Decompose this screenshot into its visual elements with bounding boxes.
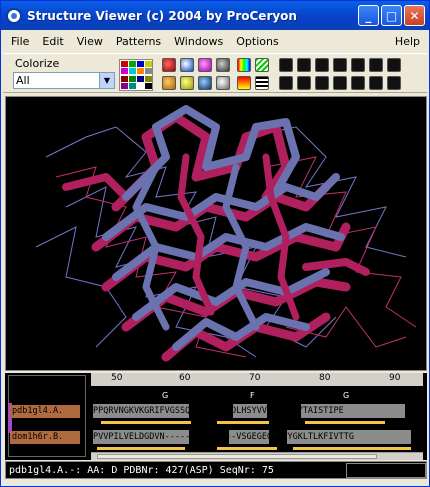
menu-bar: File Edit View Patterns Windows Options … <box>3 31 427 51</box>
minimize-icon: _ <box>365 8 372 23</box>
render-style-icon[interactable] <box>216 76 230 90</box>
ruler-tick: 70 <box>249 373 261 383</box>
scrollbar-thumb[interactable] <box>97 454 377 459</box>
title-bar[interactable]: Structure Viewer (c) 2004 by ProCeryon _… <box>1 1 429 30</box>
render-style-icon[interactable] <box>198 58 212 72</box>
status-field <box>346 463 426 478</box>
close-icon: ✕ <box>409 8 420 23</box>
strand-arrow <box>293 447 411 450</box>
view-tool-icon[interactable] <box>297 76 311 90</box>
render-style-icon[interactable] <box>216 58 230 72</box>
strand-arrow <box>217 421 269 424</box>
app-icon <box>6 7 22 24</box>
secondary-structure-label: F <box>250 391 255 400</box>
sequence-ruler: 50 60 70 80 90 <box>91 373 423 386</box>
view-tool-icon[interactable] <box>351 76 365 90</box>
view-tool-icon[interactable] <box>387 76 401 90</box>
secondary-structure-label: G <box>162 391 169 400</box>
view-tool-icon[interactable] <box>333 76 347 90</box>
menu-windows[interactable]: Windows <box>169 35 228 48</box>
strand-arrow <box>97 447 185 450</box>
structure-viewer-window: Structure Viewer (c) 2004 by ProCeryon _… <box>0 0 430 487</box>
render-style-icon[interactable] <box>180 58 194 72</box>
strand-arrow <box>305 421 385 424</box>
view-tool-icon[interactable] <box>387 58 401 72</box>
colorize-label: Colorize <box>15 57 60 70</box>
view-tool-icon[interactable] <box>279 76 293 90</box>
sequence-alignment-panel: pdb1gl4.A. dom1h6r.B. 50 60 70 80 90 G F… <box>5 373 427 460</box>
gradient-icon[interactable] <box>237 76 251 90</box>
render-style-icon[interactable] <box>162 58 176 72</box>
sequence-name[interactable]: dom1h6r.B. <box>10 431 80 444</box>
sequence-row[interactable]: PPQRVNGKVKGRIFVGSSQVPVVFENTDLHSYVVMNHGRS… <box>93 405 423 418</box>
view-tool-icon[interactable] <box>315 58 329 72</box>
strand-arrow <box>101 421 191 424</box>
structure-3d-view[interactable] <box>5 96 427 371</box>
menu-view[interactable]: View <box>72 35 108 48</box>
protein-structure-render <box>35 105 417 362</box>
render-style-icon[interactable] <box>180 76 194 90</box>
toolbar: Colorize All ▼ <box>3 53 427 93</box>
ruler-tick: 60 <box>179 373 191 383</box>
menu-options[interactable]: Options <box>231 35 283 48</box>
color-palette[interactable] <box>119 59 153 91</box>
window-title: Structure Viewer (c) 2004 by ProCeryon <box>27 8 297 23</box>
ruler-tick: 50 <box>111 373 123 383</box>
view-tool-icon[interactable] <box>315 76 329 90</box>
strand-arrow <box>217 447 277 450</box>
lines-icon[interactable] <box>255 58 269 72</box>
status-text: pdb1gl4.A.-: AA: D PDBNr: 427(ASP) SeqNr… <box>9 464 274 476</box>
colorize-value: All <box>16 74 30 87</box>
maximize-button[interactable]: □ <box>381 5 402 26</box>
sequence-name[interactable]: pdb1gl4.A. <box>10 405 80 418</box>
secondary-structure-label: G <box>343 391 350 400</box>
ruler-tick: 90 <box>389 373 401 383</box>
view-tool-icon[interactable] <box>351 58 365 72</box>
render-style-icon[interactable] <box>162 76 176 90</box>
colorize-select[interactable]: All ▼ <box>13 72 115 89</box>
menu-help[interactable]: Help <box>390 35 425 48</box>
ruler-tick: 80 <box>319 373 331 383</box>
chevron-down-icon[interactable]: ▼ <box>99 73 114 88</box>
menu-file[interactable]: File <box>6 35 34 48</box>
render-style-icon[interactable] <box>198 76 212 90</box>
view-tool-icon[interactable] <box>369 58 383 72</box>
menu-patterns[interactable]: Patterns <box>111 35 166 48</box>
sequence-row[interactable]: PVVPILVELDGDVN-------SHKFS--VSGEGEGDATYG… <box>93 431 423 444</box>
sequence-scrollbar[interactable] <box>91 452 423 460</box>
view-tool-icon[interactable] <box>297 58 311 72</box>
minimize-button[interactable]: _ <box>358 5 379 26</box>
view-tool-icon[interactable] <box>369 76 383 90</box>
close-button[interactable]: ✕ <box>404 5 425 26</box>
maximize-icon: □ <box>385 8 398 23</box>
view-tool-icon[interactable] <box>279 58 293 72</box>
status-bar: pdb1gl4.A.-: AA: D PDBNr: 427(ASP) SeqNr… <box>5 461 427 479</box>
menu-edit[interactable]: Edit <box>37 35 68 48</box>
view-tool-icon[interactable] <box>333 58 347 72</box>
color-grid-icon[interactable] <box>237 58 251 72</box>
list-icon[interactable] <box>255 76 269 90</box>
